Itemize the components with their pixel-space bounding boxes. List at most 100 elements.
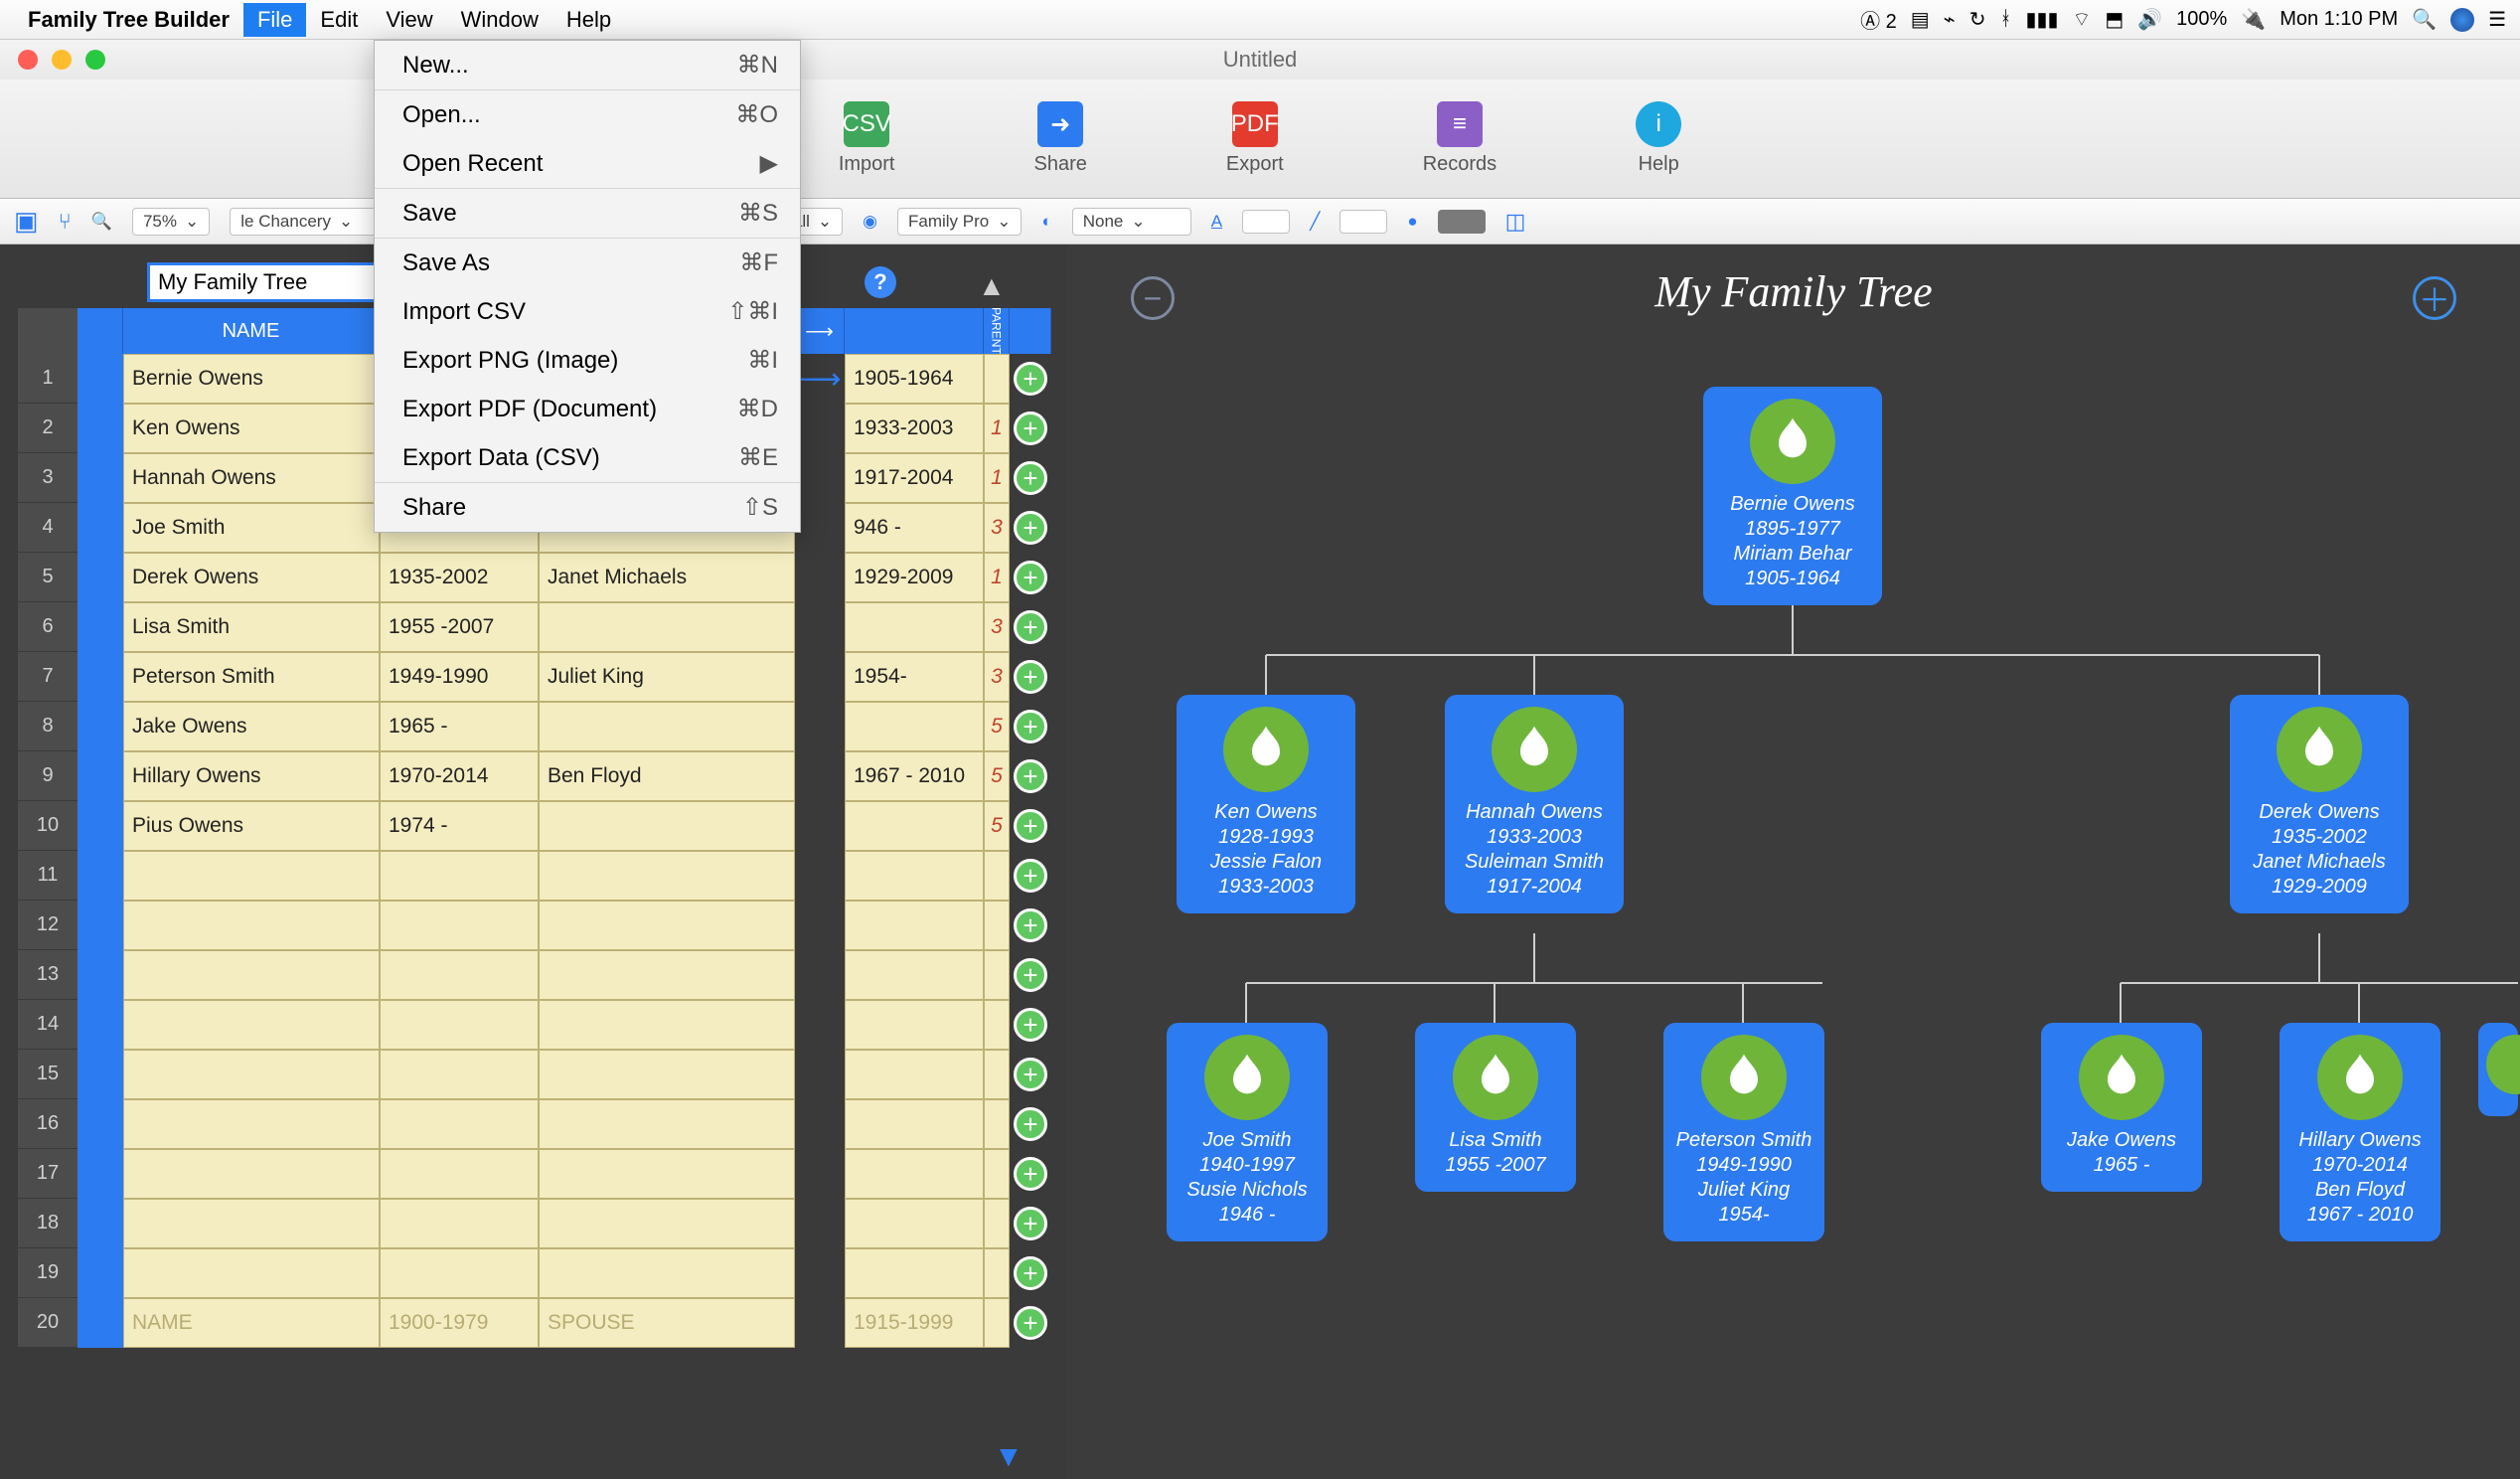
cell-name[interactable]: Joe Smith (123, 503, 380, 553)
row-marker[interactable] (78, 1050, 123, 1099)
cell-spouse[interactable]: SPOUSE (539, 1298, 795, 1348)
cell-spouse[interactable]: Juliet King (539, 652, 795, 702)
cell-spouse-dates[interactable] (845, 1248, 984, 1298)
cell-spouse-dates[interactable] (845, 1149, 984, 1199)
panel-icon[interactable]: ◫ (1505, 209, 1526, 235)
cell-dates[interactable]: 1965 - (380, 702, 539, 751)
table-row[interactable]: 14+ (18, 1000, 1067, 1050)
row-marker[interactable] (78, 1000, 123, 1050)
cell-parent[interactable]: 1 (984, 453, 1010, 503)
cell-name[interactable] (123, 901, 380, 950)
row-marker[interactable] (78, 602, 123, 652)
table-row[interactable]: 8Jake Owens1965 -5+ (18, 702, 1067, 751)
cell-parent[interactable] (984, 1149, 1010, 1199)
tree-pane[interactable]: − ＋ My Family Tree (1067, 245, 2520, 1479)
file-share[interactable]: Share⇧S (375, 483, 800, 532)
cell-spouse[interactable] (539, 1199, 795, 1248)
cell-parent[interactable] (984, 1248, 1010, 1298)
cell-spouse-dates[interactable] (845, 1050, 984, 1099)
toolbar-help[interactable]: iHelp (1636, 101, 1681, 176)
cell-name[interactable]: Lisa Smith (123, 602, 380, 652)
cell-dates[interactable] (380, 1050, 539, 1099)
table-row[interactable]: 16+ (18, 1099, 1067, 1149)
cell-name[interactable]: Ken Owens (123, 404, 380, 453)
effect-select[interactable]: None ⌄ (1072, 208, 1191, 236)
cell-dates[interactable] (380, 1248, 539, 1298)
disk-icon[interactable]: ▤ (1911, 7, 1930, 32)
fill-swatch[interactable] (1438, 210, 1486, 234)
node-lisa[interactable]: Lisa Smith1955 -2007 (1415, 1023, 1576, 1192)
row-marker[interactable] (78, 1149, 123, 1199)
cell-parent[interactable]: 3 (984, 652, 1010, 702)
cell-name[interactable] (123, 1199, 380, 1248)
minimize-window-button[interactable] (52, 50, 72, 70)
cell-parent[interactable]: 5 (984, 702, 1010, 751)
cell-name[interactable] (123, 1149, 380, 1199)
cell-spouse[interactable] (539, 1099, 795, 1149)
collapse-up-icon[interactable]: ▲ (978, 270, 1006, 302)
cell-dates[interactable] (380, 1000, 539, 1050)
table-row[interactable]: 11+ (18, 851, 1067, 901)
toolbar-records[interactable]: ≡Records (1423, 101, 1496, 176)
tree-title-input[interactable] (147, 262, 386, 302)
cell-parent[interactable] (984, 354, 1010, 404)
row-marker[interactable] (78, 354, 123, 404)
cell-name[interactable]: Peterson Smith (123, 652, 380, 702)
node-ken[interactable]: Ken Owens1928-1993 Jessie Falon1933-2003 (1177, 695, 1355, 913)
add-row-button[interactable]: + (1010, 404, 1051, 453)
cell-spouse-dates[interactable] (845, 1199, 984, 1248)
table-row[interactable]: 20NAME1900-1979SPOUSE1915-1999+ (18, 1298, 1067, 1348)
cell-dates[interactable] (380, 1149, 539, 1199)
cell-spouse[interactable] (539, 1050, 795, 1099)
row-marker[interactable] (78, 453, 123, 503)
cell-spouse-dates[interactable]: 1929-2009 (845, 553, 984, 602)
node-joe[interactable]: Joe Smith1940-1997 Susie Nichols1946 - (1167, 1023, 1328, 1241)
add-row-button[interactable]: + (1010, 702, 1051, 751)
add-row-button[interactable]: + (1010, 652, 1051, 702)
add-row-button[interactable]: + (1010, 901, 1051, 950)
cell-parent[interactable]: 3 (984, 503, 1010, 553)
menu-view[interactable]: View (372, 3, 446, 37)
table-row[interactable]: 17+ (18, 1149, 1067, 1199)
cell-name[interactable] (123, 851, 380, 901)
wifi-icon[interactable]: ⌔ (2073, 7, 2092, 32)
cell-parent[interactable] (984, 1000, 1010, 1050)
table-row[interactable]: 10Pius Owens1974 -5+ (18, 801, 1067, 851)
file-import-csv[interactable]: Import CSV⇧⌘I (375, 287, 800, 336)
node-derek[interactable]: Derek Owens1935-2002 Janet Michaels1929-… (2230, 695, 2409, 913)
add-row-button[interactable]: + (1010, 1149, 1051, 1199)
cell-dates[interactable] (380, 851, 539, 901)
row-marker[interactable] (78, 503, 123, 553)
node-jake[interactable]: Jake Owens1965 - (2041, 1023, 2202, 1192)
theme-select[interactable]: Family Pro ⌄ (897, 208, 1022, 236)
file-export-pdf[interactable]: Export PDF (Document)⌘D (375, 385, 800, 433)
cell-name[interactable]: Derek Owens (123, 553, 380, 602)
cell-spouse-dates[interactable]: 1905-1964 (845, 354, 984, 404)
cell-dates[interactable]: 1935-2002 (380, 553, 539, 602)
cell-spouse-dates[interactable] (845, 1099, 984, 1149)
cell-parent[interactable]: 1 (984, 553, 1010, 602)
spotlight-icon[interactable]: 🔍 (2412, 7, 2437, 32)
layout-icon[interactable]: ▣ (14, 206, 39, 237)
node-root[interactable]: Bernie Owens1895-1977 Miriam Behar1905-1… (1703, 387, 1882, 605)
cell-dates[interactable] (380, 1099, 539, 1149)
timemachine-icon[interactable]: ↻ (1969, 7, 1986, 32)
cell-parent[interactable] (984, 1050, 1010, 1099)
cell-spouse[interactable] (539, 1149, 795, 1199)
cell-parent[interactable] (984, 901, 1010, 950)
row-marker[interactable] (78, 652, 123, 702)
add-node-button[interactable]: ＋ (2413, 276, 2456, 320)
font-select[interactable]: le Chancery ⌄ (230, 208, 389, 236)
network-icon[interactable]: ⌁ (1944, 7, 1956, 32)
file-open-recent[interactable]: Open Recent▶ (375, 139, 800, 189)
cell-spouse[interactable] (539, 901, 795, 950)
cell-spouse[interactable]: Janet Michaels (539, 553, 795, 602)
cell-dates[interactable] (380, 950, 539, 1000)
zoom-select[interactable]: 75% ⌄ (132, 208, 210, 236)
file-new[interactable]: New...⌘N (375, 41, 800, 90)
cell-spouse-dates[interactable] (845, 602, 984, 652)
add-row-button[interactable]: + (1010, 354, 1051, 404)
cell-name[interactable]: Jake Owens (123, 702, 380, 751)
table-row[interactable]: 19+ (18, 1248, 1067, 1298)
add-row-button[interactable]: + (1010, 851, 1051, 901)
